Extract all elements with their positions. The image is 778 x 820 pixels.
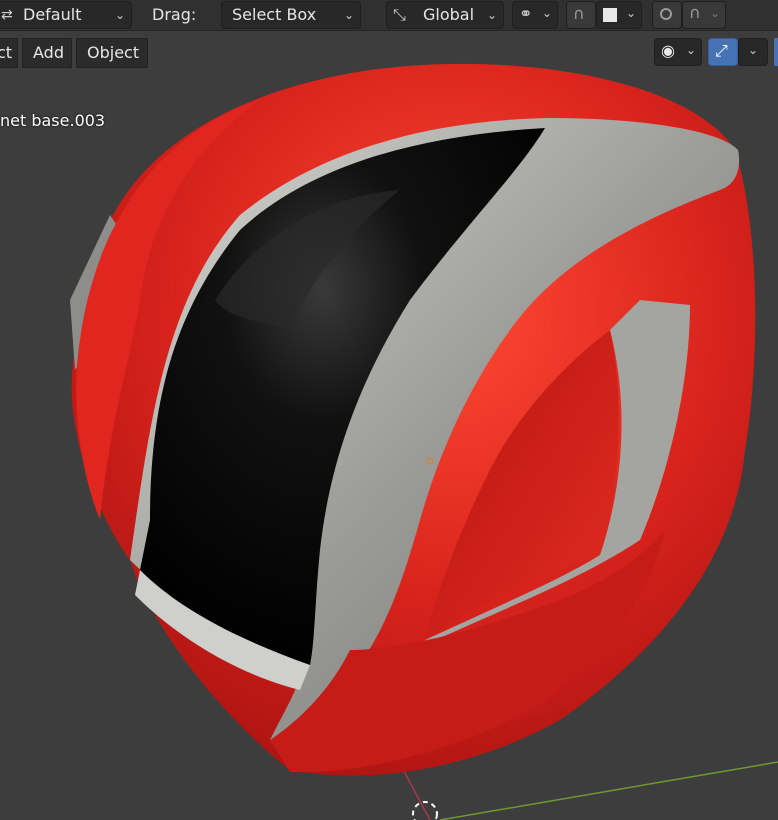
transform-orientation-value: Global: [423, 5, 475, 24]
chevron-down-icon: ⌄: [343, 8, 354, 22]
snap-magnet-icon: ∩: [573, 4, 585, 23]
viewport-canvas[interactable]: [0, 0, 778, 820]
gizmo-dropdown[interactable]: ⌄: [738, 38, 768, 66]
proportional-edit-toggle[interactable]: [652, 1, 682, 29]
menu-select[interactable]: ct: [0, 38, 18, 68]
chevron-down-icon: ⌄: [541, 6, 552, 20]
pivot-link-dropdown[interactable]: ⚭ ⌄: [512, 1, 558, 29]
link-icon: ⚭: [519, 4, 533, 23]
snap-toggle[interactable]: ∩: [566, 1, 596, 29]
falloff-curve-icon: ∩: [689, 3, 701, 22]
header-edge-button[interactable]: [774, 38, 778, 66]
menu-select-label: ct: [0, 43, 13, 62]
eye-icon: ◉: [661, 41, 675, 60]
menu-object[interactable]: Object: [76, 38, 148, 68]
helmet-model[interactable]: [70, 63, 756, 776]
chevron-down-icon: ⌄: [486, 8, 497, 22]
snap-square-icon: [603, 8, 617, 22]
falloff-dropdown[interactable]: ∩ ⌄: [682, 1, 726, 29]
transform-orientation-dropdown[interactable]: ⤡ Global ⌄: [386, 1, 504, 29]
axis-lines: [397, 759, 778, 820]
drag-select-dropdown[interactable]: Select Box ⌄: [221, 1, 361, 29]
drag-value: Select Box: [232, 5, 317, 24]
drag-label: Drag:: [152, 5, 197, 24]
orientation-dropdown[interactable]: ⇄ Default ⌄: [0, 1, 132, 29]
transform-axes-icon: ⤡: [393, 5, 406, 24]
chevron-down-icon: ⌄: [709, 6, 720, 20]
active-object-name: net base.003: [0, 111, 106, 130]
snap-target-dropdown[interactable]: ⌄: [596, 1, 642, 29]
editor-header: ⇄ Default ⌄ Drag: Select Box ⌄ ⤡ Global …: [0, 0, 778, 31]
chevron-down-icon: ⌄: [114, 8, 125, 22]
gizmo-arrows-icon: ⤢: [715, 41, 728, 60]
chevron-down-icon: ⌄: [625, 6, 636, 20]
proportional-edit-icon: [660, 8, 672, 20]
visibility-dropdown[interactable]: ◉ ⌄: [654, 38, 702, 66]
menu-add-label: Add: [33, 43, 64, 62]
orientation-arrows-icon: ⇄: [1, 7, 13, 23]
orientation-value: Default: [23, 5, 82, 24]
menu-add[interactable]: Add: [22, 38, 72, 68]
chevron-down-icon: ⌄: [685, 43, 696, 57]
chevron-down-icon: ⌄: [748, 43, 759, 57]
gizmo-toggle[interactable]: ⤢: [708, 38, 738, 66]
menu-object-label: Object: [87, 43, 140, 62]
